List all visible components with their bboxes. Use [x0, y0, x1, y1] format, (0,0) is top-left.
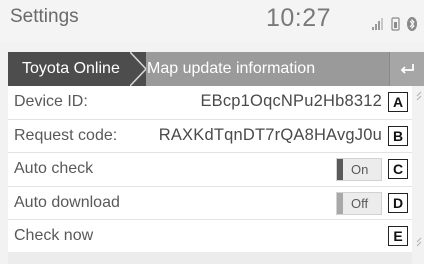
back-button[interactable]	[389, 52, 424, 86]
toggle-indicator	[337, 159, 343, 180]
breadcrumb-current-label: Map update information	[147, 60, 316, 77]
auto-check-state: On	[351, 162, 369, 177]
status-bar: Settings 10:27	[0, 0, 424, 42]
settings-list: Device ID: EBcp1OqcNPu2Hb8312 A Request …	[8, 86, 412, 254]
marker-d: D	[388, 192, 408, 213]
marker-c: C	[388, 159, 408, 179]
bluetooth-icon	[407, 17, 417, 31]
back-arrow-icon	[400, 64, 414, 74]
screen-title: Settings	[10, 6, 79, 27]
scroll-down-icon	[416, 237, 422, 247]
signal-icon	[372, 18, 383, 30]
auto-check-toggle[interactable]: On	[336, 158, 382, 181]
phone-battery-icon	[391, 17, 400, 31]
scroll-up-icon	[416, 91, 422, 101]
status-icons	[370, 16, 422, 31]
breadcrumb: Toyota Online Map update information	[8, 52, 424, 86]
request-code-value: RAXKdTqnDT7rQA8HAvgJ0u	[158, 125, 382, 144]
settings-screen: Settings 10:27 Toyota Online Map update …	[0, 0, 424, 264]
scrollbar[interactable]	[414, 90, 424, 250]
auto-download-toggle[interactable]: Off	[336, 191, 382, 215]
marker-b: B	[388, 125, 408, 146]
request-code-label: Request code:	[14, 126, 118, 144]
auto-check-label: Auto check	[14, 160, 94, 177]
device-id-value: EBcp1OqcNPu2Hb8312	[200, 92, 382, 110]
toggle-indicator	[337, 192, 343, 214]
marker-e: E	[388, 226, 408, 246]
breadcrumb-separator-icon	[130, 52, 146, 86]
auto-download-label: Auto download	[14, 193, 120, 211]
device-id-row: Device ID: EBcp1OqcNPu2Hb8312 A	[8, 86, 412, 120]
breadcrumb-toyota-online[interactable]: Toyota Online	[8, 52, 146, 86]
auto-check-row[interactable]: Auto check On C	[8, 153, 412, 187]
check-now-label: Check now	[14, 227, 94, 244]
breadcrumb-first-label: Toyota Online	[22, 60, 120, 77]
request-code-row: Request code: RAXKdTqnDT7rQA8HAvgJ0u B	[8, 119, 412, 153]
clock: 10:27	[266, 4, 332, 32]
marker-a: A	[388, 92, 408, 112]
auto-download-row[interactable]: Auto download Off D	[8, 186, 412, 220]
auto-download-state: Off	[351, 195, 369, 211]
list-next-row	[8, 252, 412, 264]
check-now-button[interactable]: Check now E	[8, 220, 412, 254]
device-id-label: Device ID:	[14, 93, 88, 110]
